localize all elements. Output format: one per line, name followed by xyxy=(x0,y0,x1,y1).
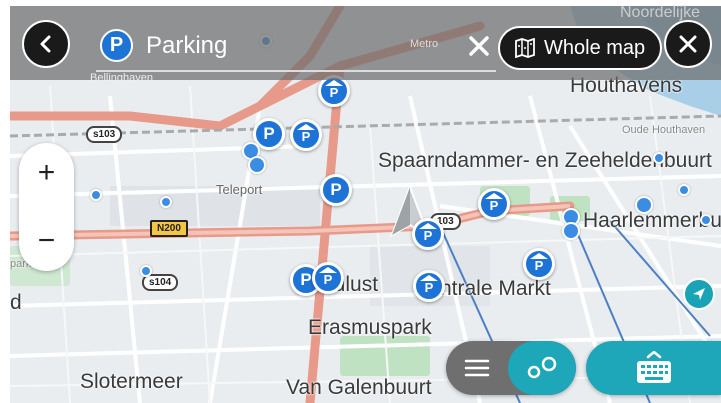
map-label-teleport: Teleport xyxy=(216,182,263,197)
search-header: Bellinghaven Metro Noordelijke P Parking… xyxy=(10,4,721,84)
compass-icon[interactable] xyxy=(683,278,715,310)
parking-pin[interactable]: P xyxy=(413,270,445,302)
list-icon xyxy=(464,359,490,377)
zoom-in-button[interactable]: + xyxy=(19,145,74,200)
close-button[interactable] xyxy=(664,20,712,68)
keyboard-icon xyxy=(636,351,671,383)
search-query-text: Parking xyxy=(146,32,228,59)
chevron-left-icon xyxy=(40,35,51,53)
map-pins-icon xyxy=(527,356,557,379)
zoom-out-button[interactable]: − xyxy=(19,213,74,268)
clear-search-button[interactable] xyxy=(467,34,491,58)
map-label-erasmuspark: Erasmuspark xyxy=(308,316,432,339)
map-label-oude-houthaven: Oude Houthaven xyxy=(622,124,706,136)
road-shield-n200: N200 xyxy=(150,220,188,237)
parking-dot[interactable] xyxy=(653,152,665,164)
parking-dot[interactable] xyxy=(140,265,152,277)
parking-dot[interactable] xyxy=(562,222,580,240)
parking-dot[interactable] xyxy=(90,189,102,201)
parking-category-badge: P xyxy=(100,29,133,62)
whole-map-button[interactable]: Whole map xyxy=(498,26,662,70)
parking-pin[interactable]: P xyxy=(478,188,510,220)
map-label-slotermeer: Slotermeer xyxy=(80,370,183,393)
list-view-button[interactable] xyxy=(446,341,508,395)
search-input[interactable]: P Parking xyxy=(96,20,496,72)
close-icon xyxy=(469,36,489,56)
parking-pin[interactable]: P xyxy=(312,262,344,294)
map-icon xyxy=(515,38,535,58)
parking-dot[interactable] xyxy=(248,156,266,174)
close-icon xyxy=(679,35,697,53)
map-label-bellinghaven: Bellinghaven xyxy=(90,72,153,84)
view-mode-toggle xyxy=(446,341,576,395)
map-label-van-galenbuurt: Van Galenbuurt xyxy=(286,376,432,399)
road-shield-s103: s103 xyxy=(86,126,123,143)
map-label-d: d xyxy=(10,291,22,314)
whole-map-label: Whole map xyxy=(544,36,646,59)
parking-pin[interactable]: P xyxy=(412,218,444,250)
zoom-control: + − xyxy=(19,143,74,271)
parking-pin[interactable]: P xyxy=(523,248,555,280)
parking-dot[interactable] xyxy=(160,196,172,208)
keyboard-button[interactable] xyxy=(586,341,721,395)
parking-pin[interactable]: P xyxy=(290,119,322,151)
parking-dot[interactable] xyxy=(635,196,653,214)
parking-pin[interactable]: P xyxy=(320,174,352,206)
parking-dot[interactable] xyxy=(700,214,712,226)
map-label-centrale-markt: ntrale Markt xyxy=(440,277,551,300)
back-button[interactable] xyxy=(22,20,70,68)
parking-dot[interactable] xyxy=(678,184,690,196)
map-view-button[interactable] xyxy=(508,341,576,395)
